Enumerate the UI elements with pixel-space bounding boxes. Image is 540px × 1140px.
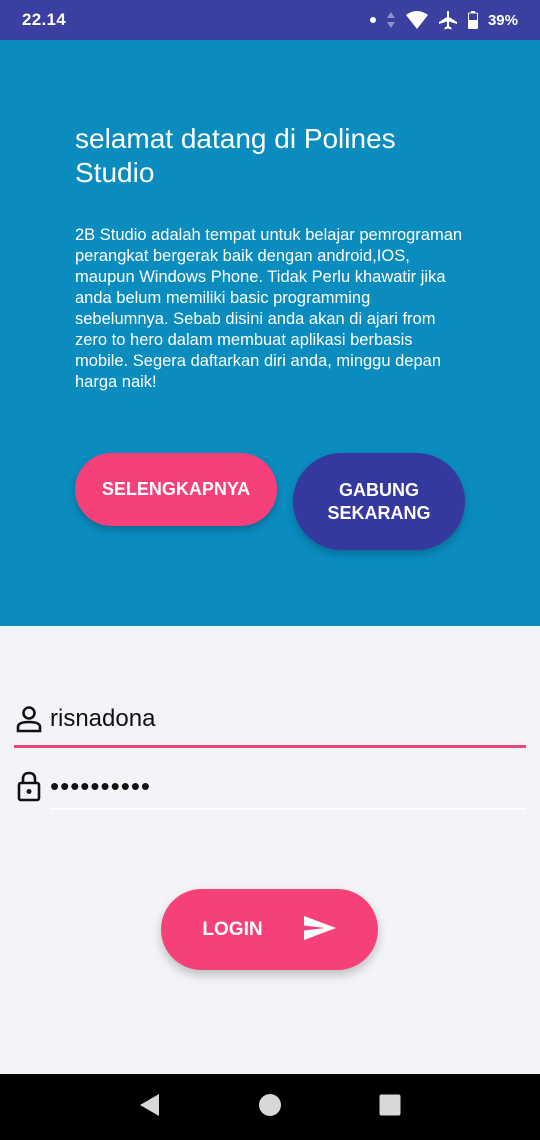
hero-description: 2B Studio adalah tempat untuk belajar pe… <box>75 226 463 391</box>
home-icon[interactable] <box>258 1093 282 1122</box>
wifi-icon <box>405 11 428 29</box>
join-now-button[interactable]: GABUNG SEKARANG <box>293 453 465 550</box>
lock-icon <box>14 769 44 803</box>
hero-banner: selamat datang di Polines Studio 2B Stud… <box>0 40 540 626</box>
recents-icon[interactable] <box>378 1093 402 1122</box>
password-field[interactable]: •••••••••• <box>14 758 526 814</box>
status-bar: 22.14 39% <box>0 0 540 40</box>
hero-title: selamat datang di Polines Studio <box>75 123 396 188</box>
username-value: risnadona <box>50 704 156 732</box>
battery-icon <box>467 11 478 29</box>
back-icon[interactable] <box>138 1093 162 1122</box>
airplane-icon <box>438 10 458 30</box>
user-icon <box>14 702 44 736</box>
system-nav-bar <box>0 1074 540 1140</box>
notification-dot-icon <box>369 17 376 23</box>
username-field[interactable]: risnadona <box>14 692 526 748</box>
password-value: •••••••••• <box>50 770 152 801</box>
status-time: 22.14 <box>22 10 67 29</box>
signal-arrows-icon <box>386 12 396 28</box>
send-icon <box>303 915 337 944</box>
battery-percent: 39% <box>487 11 518 29</box>
status-icons: 39% <box>369 10 518 30</box>
more-button[interactable]: SELENGKAPNYA <box>75 453 277 526</box>
login-button-label: LOGIN <box>202 918 263 940</box>
login-button[interactable]: LOGIN <box>161 889 378 970</box>
password-underline <box>50 808 526 810</box>
